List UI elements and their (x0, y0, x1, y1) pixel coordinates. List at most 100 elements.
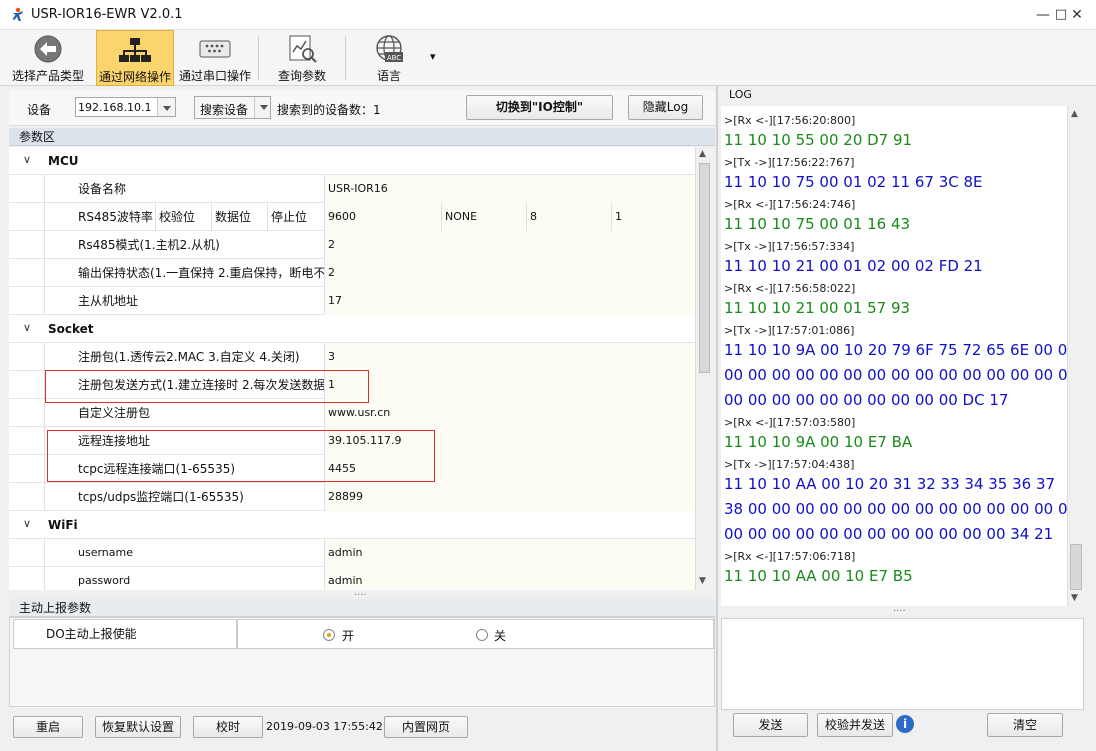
scroll-up-icon[interactable]: ▲ (699, 149, 706, 159)
param-row[interactable]: Rs485模式(1.主机2.从机) 2 (9, 231, 695, 259)
hide-log-button[interactable]: 隐藏Log (628, 95, 703, 120)
param-value[interactable]: admin (324, 539, 695, 567)
group-wifi[interactable]: ∨ WiFi (9, 511, 695, 539)
param-value[interactable]: 1 (324, 371, 695, 399)
stop-bits-label: 停止位 (267, 203, 324, 231)
device-ip-value: 192.168.10.1 (78, 101, 152, 114)
param-value[interactable]: 3 (324, 343, 695, 371)
param-value[interactable]: 2 (324, 231, 695, 259)
toolbar-label: 查询参数 (277, 69, 326, 83)
param-row[interactable]: 主从机地址 17 (9, 287, 695, 315)
param-row-rs485[interactable]: RS485波特率 校验位 数据位 停止位 9600 NONE 8 1 (9, 203, 695, 231)
param-name: Rs485模式(1.主机2.从机) (44, 231, 324, 259)
param-name: tcps/udps监控端口(1-65535) (44, 483, 324, 511)
param-name: 自定义注册包 (44, 399, 324, 427)
params-grid: ∨ MCU 设备名称 USR-IOR16 RS485波特率 校验位 数据位 停止… (9, 147, 695, 590)
log-rx-data: 11 10 10 75 00 01 16 43 (724, 215, 911, 233)
toolbar-separator (345, 36, 346, 80)
param-value[interactable]: www.usr.cn (324, 399, 695, 427)
radio-on[interactable] (323, 629, 335, 641)
param-value[interactable]: admin (324, 567, 695, 590)
baud-rate-label: RS485波特率 (44, 203, 155, 231)
log-timestamp: >[Tx ->][17:56:22:767] (724, 156, 855, 169)
group-name: WiFi (48, 518, 78, 532)
switch-io-control-button[interactable]: 切换到"IO控制" (466, 95, 613, 120)
group-mcu[interactable]: ∨ MCU (9, 147, 695, 175)
chevron-down-icon[interactable]: ∨ (23, 321, 31, 334)
param-row[interactable]: 输出保持状态(1.一直保持 2.重启保持，断电不 2 (9, 259, 695, 287)
log-tx-data: 11 10 10 9A 00 10 20 79 6F 75 72 65 6E 0… (724, 341, 1067, 359)
params-section-title: 参数区 (9, 128, 715, 146)
verify-send-button[interactable]: 校验并发送 (817, 713, 893, 737)
network-icon (119, 38, 151, 62)
chevron-down-icon[interactable] (157, 98, 175, 116)
query-params-button[interactable]: 查询参数 (264, 30, 340, 86)
scroll-up-icon[interactable]: ▲ (1071, 109, 1078, 119)
builtin-web-button[interactable]: 内置网页 (384, 716, 468, 738)
clear-log-button[interactable]: 清空 (987, 713, 1063, 737)
select-product-type-button[interactable]: 选择产品类型 (8, 30, 88, 86)
log-tx-data: 11 10 10 21 00 01 02 00 02 FD 21 (724, 257, 983, 275)
radio-off[interactable] (476, 629, 488, 641)
highlight-box (45, 370, 369, 403)
device-ip-select[interactable]: 192.168.10.1 (75, 97, 176, 117)
log-timestamp: >[Rx <-][17:56:24:746] (724, 198, 856, 211)
param-value[interactable]: 17 (324, 287, 695, 315)
send-button[interactable]: 发送 (733, 713, 808, 737)
restore-defaults-button[interactable]: 恢复默认设置 (95, 716, 181, 738)
log-timestamp: >[Tx ->][17:56:57:334] (724, 240, 855, 253)
param-row[interactable]: 设备名称 USR-IOR16 (9, 175, 695, 203)
time-sync-button[interactable]: 校时 (193, 716, 263, 738)
param-row[interactable]: 注册包(1.透传云2.MAC 3.自定义 4.关闭) 3 (9, 343, 695, 371)
param-row[interactable]: tcps/udps监控端口(1-65535) 28899 (9, 483, 695, 511)
close-button[interactable]: ✕ (1060, 0, 1094, 30)
panel-divider[interactable] (716, 86, 718, 751)
param-name: password (44, 567, 324, 590)
log-scrollbar[interactable]: ▲ ▼ (1067, 106, 1084, 606)
baud-rate-value[interactable]: 9600 (324, 203, 441, 231)
log-output[interactable]: >[Rx <-][17:56:20:800] 11 10 10 55 00 20 … (721, 106, 1067, 606)
data-bits-value[interactable]: 8 (526, 203, 611, 231)
serial-operation-button[interactable]: 通过串口操作 (176, 30, 254, 86)
chevron-down-icon[interactable]: ∨ (23, 153, 31, 166)
param-value[interactable]: USR-IOR16 (324, 175, 695, 203)
param-value[interactable]: 28899 (324, 483, 695, 511)
log-tx-data: 38 00 00 00 00 00 00 00 00 00 00 00 00 0… (724, 500, 1067, 518)
title-bar: USR-IOR16-EWR V2.0.1 — □ ✕ (0, 0, 1096, 30)
send-input[interactable] (721, 618, 1084, 710)
restart-button[interactable]: 重启 (13, 716, 83, 738)
info-icon[interactable]: i (896, 715, 914, 733)
language-dropdown-icon[interactable]: ▾ (430, 50, 436, 63)
toolbar-label: 选择产品类型 (11, 69, 84, 83)
globe-abc-icon: ABC (376, 35, 403, 62)
param-value[interactable]: 2 (324, 259, 695, 287)
back-arrow-icon (34, 35, 62, 63)
scroll-thumb[interactable] (699, 163, 710, 373)
scroll-down-icon[interactable]: ▼ (699, 576, 706, 586)
log-tx-data: 11 10 10 AA 00 10 20 31 32 33 34 35 36 3… (724, 475, 1056, 493)
param-row[interactable]: password admin (9, 567, 695, 590)
log-timestamp: >[Rx <-][17:56:58:022] (724, 282, 856, 295)
log-splitter[interactable]: ···· (893, 606, 906, 617)
search-device-button[interactable]: 搜索设备 (194, 96, 271, 119)
chevron-down-icon[interactable]: ∨ (23, 517, 31, 530)
network-operation-button[interactable]: 通过网络操作 (96, 30, 174, 86)
chevron-down-icon[interactable] (254, 97, 270, 118)
log-tx-data: 00 00 00 00 00 00 00 00 00 00 00 00 00 0… (724, 366, 1067, 384)
scroll-down-icon[interactable]: ▼ (1071, 593, 1078, 603)
query-chart-icon (289, 35, 317, 63)
search-device-label: 搜索设备 (200, 103, 249, 117)
stop-bits-value[interactable]: 1 (611, 203, 695, 231)
param-row[interactable]: username admin (9, 539, 695, 567)
group-socket[interactable]: ∨ Socket (9, 315, 695, 343)
param-name: 注册包(1.透传云2.MAC 3.自定义 4.关闭) (44, 343, 324, 371)
scroll-thumb[interactable] (1070, 544, 1082, 590)
parity-value[interactable]: NONE (441, 203, 526, 231)
log-tx-data: 11 10 10 75 00 01 02 11 67 3C 8E (724, 173, 983, 191)
device-bar: 设备 192.168.10.1 搜索设备 搜索到的设备数：1 切换到"IO控制"… (9, 90, 715, 126)
params-scrollbar[interactable]: ▲ ▼ (695, 147, 713, 590)
param-row[interactable]: 自定义注册包 www.usr.cn (9, 399, 695, 427)
language-button[interactable]: ABC 语言 (354, 30, 424, 86)
group-name: MCU (48, 154, 79, 168)
device-label: 设备 (27, 103, 52, 117)
